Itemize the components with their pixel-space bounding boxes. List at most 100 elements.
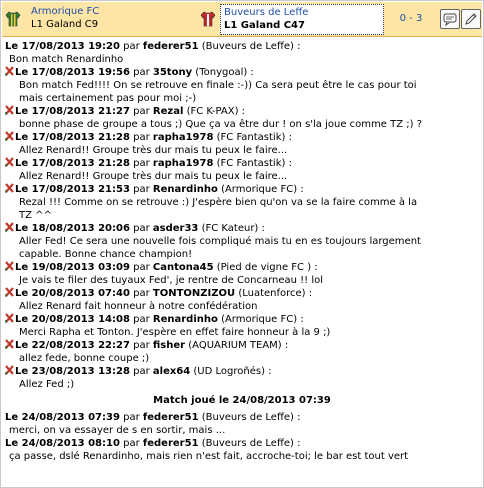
away-jersey-icon: [200, 11, 216, 27]
comment-author[interactable]: Renardinho: [153, 314, 218, 325]
comment-meta: Le 17/08/2013 19:20 par federer51 (Buveu…: [5, 40, 479, 53]
comment-meta: Le 17/08/2013 19:56 par 35tony (Tonygoal…: [5, 66, 479, 79]
comment-date: Le 23/08/2013 13:28: [15, 366, 130, 377]
comment-text: Allez Renard fait honneur à notre conféd…: [19, 301, 258, 312]
comment-author-team: (UD Logroñés) :: [193, 366, 272, 377]
comment-par: par: [133, 314, 150, 325]
comment-entry: Le 20/08/2013 07:40 par TONTONZIZOU (Lua…: [5, 287, 479, 313]
comment-date: Le 20/08/2013 14:08: [15, 314, 130, 325]
comment-entry: Le 20/08/2013 14:08 par Renardinho (Armo…: [5, 313, 479, 339]
delete-x-icon[interactable]: [5, 287, 14, 297]
comment-date: Le 17/08/2013 21:53: [15, 184, 130, 195]
comment-author-team: (Pied de vigne FC ) :: [216, 262, 318, 273]
comment-text: TZ ^^: [19, 210, 52, 221]
delete-x-icon[interactable]: [5, 222, 14, 232]
comment-author[interactable]: Renardinho: [153, 184, 218, 195]
comment-entry: Le 17/08/2013 21:28 par rapha1978 (FC Fa…: [5, 131, 479, 157]
comment-text: Allez Renard!! Groupe très dur mais tu p…: [19, 145, 288, 156]
comment-author[interactable]: TONTONZIZOU: [153, 288, 235, 299]
comment-author[interactable]: fisher: [153, 340, 185, 351]
delete-x-icon[interactable]: [5, 313, 14, 323]
comment-author[interactable]: rapha1978: [153, 132, 214, 143]
delete-x-icon[interactable]: [5, 157, 14, 167]
comment-text: ça passe, dslé Renardinho, mais rien n'e…: [9, 451, 409, 462]
comment-text: mais certainement pas pour moi ;-): [19, 93, 197, 104]
comment-text: bonne phase de groupe a tous ;) Que ça v…: [19, 119, 422, 130]
comment-entry: Le 24/08/2013 08:10 par federer51 (Buveu…: [5, 437, 479, 463]
comment-meta: Le 24/08/2013 08:10 par federer51 (Buveu…: [5, 437, 479, 450]
match-played-divider: Match joué le 24/08/2013 07:39: [153, 395, 331, 406]
comment-author[interactable]: Rezal: [153, 106, 183, 117]
delete-x-icon[interactable]: [5, 131, 14, 141]
edit-button[interactable]: [461, 9, 481, 29]
comment-par: par: [133, 106, 150, 117]
comment-par: par: [133, 132, 150, 143]
comment-date: Le 17/08/2013 21:27: [15, 106, 130, 117]
home-team-league: L1 Galand C9: [31, 19, 99, 30]
comment-text: Allez Renard!! Groupe très dur mais tu p…: [19, 171, 288, 182]
home-team-name[interactable]: Armorique FC: [31, 5, 211, 18]
comment-entry: Le 18/08/2013 20:06 par asder33 (FC Kate…: [5, 222, 479, 261]
comment-author-team: (Tonygoal) :: [195, 67, 254, 78]
comment-par: par: [133, 366, 150, 377]
comment-feed: Le 17/08/2013 19:20 par federer51 (Buveu…: [5, 40, 479, 463]
comment-entry: Le 22/08/2013 22:27 par fisher (AQUARIUM…: [5, 339, 479, 365]
comment-author-team: (FC Kateur) :: [201, 223, 265, 234]
comment-button[interactable]: [440, 9, 460, 29]
comment-author-team: (Armorique FC) :: [221, 314, 304, 325]
delete-x-icon[interactable]: [5, 183, 14, 193]
comment-text: Je vais te filer des tuyaux Fed', je ren…: [19, 275, 324, 286]
comment-meta: Le 20/08/2013 14:08 par Renardinho (Armo…: [5, 313, 479, 326]
comment-date: Le 17/08/2013 21:28: [15, 158, 130, 169]
comment-meta: Le 18/08/2013 20:06 par asder33 (FC Kate…: [5, 222, 479, 235]
comment-author-team: (Armorique FC) :: [221, 184, 304, 195]
comment-text: Bon match Renardinho: [9, 54, 124, 65]
match-panel: Armorique FC L1 Galand C9 Buveurs de Lef…: [0, 0, 484, 488]
comment-date: Le 22/08/2013 22:27: [15, 340, 130, 351]
comment-text: merci, on va essayer de s en sortir, mai…: [9, 425, 226, 436]
comment-author[interactable]: federer51: [143, 41, 199, 52]
comment-author-team: (Buveurs de Leffe) :: [201, 438, 301, 449]
delete-x-icon[interactable]: [5, 66, 14, 76]
comment-par: par: [133, 158, 150, 169]
comment-date: Le 17/08/2013 19:56: [15, 67, 130, 78]
comment-meta: Le 17/08/2013 21:28 par rapha1978 (FC Fa…: [5, 131, 479, 144]
comment-meta: Le 23/08/2013 13:28 par alex64 (UD Logro…: [5, 365, 479, 378]
comment-text: Allez Fed ;): [19, 379, 75, 390]
comment-author[interactable]: alex64: [153, 366, 190, 377]
comment-meta: Le 19/08/2013 03:09 par Cantona45 (Pied …: [5, 261, 479, 274]
comment-par: par: [133, 223, 150, 234]
comment-author-team: (AQUARIUM TEAM) :: [188, 340, 289, 351]
comment-date: Le 17/08/2013 21:28: [15, 132, 130, 143]
comment-author[interactable]: rapha1978: [153, 158, 214, 169]
comment-author-team: (FC Fantastik) :: [216, 132, 292, 143]
comment-par: par: [133, 262, 150, 273]
comment-text: capable. Bonne chance champion!: [19, 249, 193, 260]
delete-x-icon[interactable]: [5, 339, 14, 349]
delete-x-icon[interactable]: [5, 105, 14, 115]
comment-author[interactable]: Cantona45: [153, 262, 214, 273]
comment-meta: Le 22/08/2013 22:27 par fisher (AQUARIUM…: [5, 339, 479, 352]
comment-date: Le 24/08/2013 07:39: [5, 412, 120, 423]
comment-entry: Le 17/08/2013 21:27 par Rezal (FC K-PAX)…: [5, 105, 479, 131]
comment-date: Le 18/08/2013 20:06: [15, 223, 130, 234]
away-team-box: Buveurs de Leffe L1 Galand C47: [220, 4, 384, 35]
comment-par: par: [133, 340, 150, 351]
comment-meta: Le 17/08/2013 21:28 par rapha1978 (FC Fa…: [5, 157, 479, 170]
comment-author[interactable]: federer51: [143, 438, 199, 449]
comment-entry: Le 19/08/2013 03:09 par Cantona45 (Pied …: [5, 261, 479, 287]
comment-text: allez fede, bonne coupe ;): [19, 353, 150, 364]
comment-par: par: [123, 412, 140, 423]
comment-meta: Le 24/08/2013 07:39 par federer51 (Buveu…: [5, 411, 479, 424]
speech-bubble-icon: [443, 13, 457, 27]
comment-text: Bon match Fed!!!! On se retrouve en fina…: [19, 80, 417, 91]
comment-text: Rezal !!! Comme on se retrouve :) J'espè…: [19, 197, 418, 208]
comment-author[interactable]: federer51: [143, 412, 199, 423]
away-team-name[interactable]: Buveurs de Leffe: [224, 6, 308, 19]
delete-x-icon[interactable]: [5, 261, 14, 271]
comment-author[interactable]: asder33: [153, 223, 199, 234]
comment-author-team: (Buveurs de Leffe) :: [201, 412, 301, 423]
comment-author[interactable]: 35tony: [153, 67, 192, 78]
delete-x-icon[interactable]: [5, 365, 14, 375]
home-jersey-icon: [5, 11, 21, 27]
